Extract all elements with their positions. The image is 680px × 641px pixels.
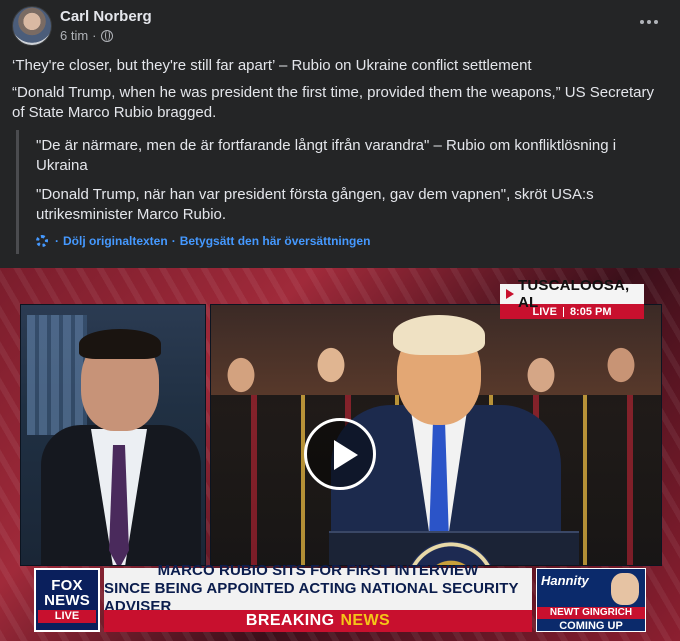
translation-links: · Dölj originaltexten · Betygsätt den hä… [36, 234, 370, 248]
play-icon[interactable] [304, 418, 376, 490]
post-body: ‘They're closer, but they're still far a… [12, 56, 668, 130]
arrow-icon [506, 289, 514, 299]
translation-paragraph-2: "Donald Trump, när han var president för… [36, 186, 594, 223]
video-frame-right [210, 304, 662, 566]
translation-block: "De är närmare, men de är fortfarande lå… [16, 130, 668, 254]
meta-separator: · [92, 28, 97, 43]
video-player[interactable]: TUSCALOOSA, AL LIVE 8:05 PM FOX NEWS LIV… [0, 268, 680, 641]
post-paragraph-1: ‘They're closer, but they're still far a… [12, 57, 532, 74]
lower-third: FOX NEWS LIVE MARCO RUBIO SITS FOR FIRST… [34, 562, 646, 632]
live-divider [562, 306, 564, 317]
logo-line-2: NEWS [44, 591, 90, 609]
more-options-icon[interactable] [636, 12, 662, 32]
gear-icon[interactable] [36, 235, 48, 247]
news-word: NEWS [340, 612, 391, 629]
live-time: 8:05 PM [569, 305, 612, 318]
chyron-headline: MARCO RUBIO SITS FOR FIRST INTERVIEW SIN… [104, 562, 532, 615]
location-badge: TUSCALOOSA, AL LIVE 8:05 PM [500, 277, 644, 320]
headline-line-1: MARCO RUBIO SITS FOR FIRST INTERVIEW [157, 562, 479, 579]
promo-status: COMING UP [537, 619, 645, 631]
breaking-news-bar: BREAKING NEWS [104, 610, 532, 632]
promo-guest-photo [611, 573, 639, 605]
rate-translation-link[interactable]: Betygsätt den här översättningen [180, 234, 371, 248]
show-promo: Hannity NEWT GINGRICH COMING UP [536, 568, 646, 632]
logo-live: LIVE [38, 609, 96, 623]
video-frame-left [20, 304, 206, 566]
link-separator-lead: · [55, 234, 59, 248]
link-separator: · [171, 234, 176, 248]
background-window [27, 315, 87, 435]
location-bar: TUSCALOOSA, AL [500, 277, 644, 311]
live-label: LIVE [532, 305, 557, 318]
author-name[interactable]: Carl Norberg [60, 8, 152, 25]
post-paragraph-2: “Donald Trump, when he was president the… [12, 84, 654, 121]
post-time[interactable]: 6 tim [60, 28, 88, 43]
breaking-word: BREAKING [245, 612, 335, 629]
hair [393, 315, 485, 355]
promo-show-name: Hannity [541, 573, 589, 588]
logo-line-1: FOX [51, 576, 83, 594]
promo-guest-name: NEWT GINGRICH [537, 607, 645, 619]
author-avatar[interactable] [12, 6, 52, 46]
globe-icon[interactable] [100, 29, 113, 42]
post-header: Carl Norberg 6 tim · [12, 6, 668, 46]
hide-original-link[interactable]: Dölj originaltexten [63, 234, 168, 248]
translation-paragraph-1: "De är närmare, men de är fortfarande lå… [36, 137, 617, 174]
post-meta: 6 tim · [60, 28, 113, 43]
facebook-post: Carl Norberg 6 tim · ‘They're closer, bu… [0, 0, 680, 641]
fox-news-logo: FOX NEWS LIVE [34, 568, 100, 632]
hair [79, 329, 161, 359]
